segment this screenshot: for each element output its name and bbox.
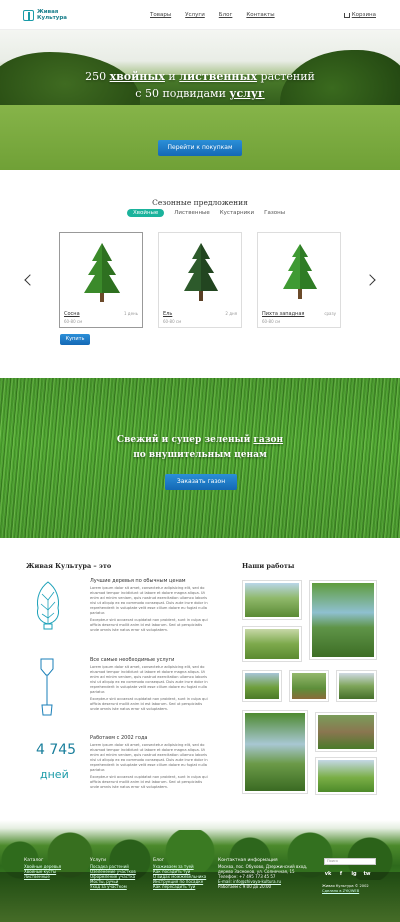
nav-products[interactable]: Товары xyxy=(150,12,171,18)
facebook-icon[interactable]: f xyxy=(337,870,345,878)
product-size: 60-80 см xyxy=(64,319,83,324)
feature-text: Lorem ipsum dolor sit amet, consectetur … xyxy=(90,743,208,772)
cart-icon xyxy=(343,12,350,18)
days-label: дней xyxy=(40,768,69,781)
contact-line: Работаем с 9:00 до 20:00 xyxy=(218,884,272,889)
product-delivery: 1 день xyxy=(123,311,138,316)
feature-text: Lorem ipsum dolor sit amet, consectetur … xyxy=(90,665,208,694)
hero-link-conifers[interactable]: хвойных xyxy=(110,70,165,83)
gallery-photo[interactable] xyxy=(242,626,302,662)
lawn-title: Свежий и супер зеленый газон по внушител… xyxy=(0,433,400,463)
footer-heading: Блог xyxy=(153,858,165,863)
footer-blog: Блог Ухаживаем за туей Как посадить туи … xyxy=(153,858,206,889)
product-delivery: сразу xyxy=(324,311,336,316)
made-by-link[interactable]: Сделано в ZYK/WEB xyxy=(322,889,359,893)
prev-arrow-icon[interactable] xyxy=(24,274,36,286)
nav-contacts[interactable]: Контакты xyxy=(246,12,274,18)
footer-link[interactable]: Лиственные xyxy=(24,874,61,879)
tab-deciduous[interactable]: Лиственные xyxy=(174,210,209,216)
footer-contacts: Контактная информация Москва, пос. Обухо… xyxy=(218,858,307,889)
works-title: Наши работы xyxy=(242,562,295,570)
cart-link[interactable]: Корзина xyxy=(343,12,376,18)
feature-block: Лучшие деревья по обычным ценам Lorem ip… xyxy=(90,578,212,635)
footer-link[interactable]: Как пересадить туи xyxy=(153,884,206,889)
feature-text: Excepteur sint occaecat cupidatat non pr… xyxy=(90,618,208,632)
nav-services[interactable]: Услуги xyxy=(185,12,205,18)
feature-block: Работаем с 2002 года Lorem ipsum dolor s… xyxy=(90,735,212,792)
seasonal-title: Сезонные предложения xyxy=(152,198,248,207)
feature-text: Excepteur sint occaecat cupidatat non pr… xyxy=(90,775,208,789)
feature-text: Excepteur sint occaecat cupidatat non pr… xyxy=(90,697,208,711)
feature-title: Лучшие деревья по обычным ценам xyxy=(90,578,186,584)
shovel-icon xyxy=(40,658,54,716)
gallery-photo[interactable] xyxy=(242,710,308,794)
seasonal-tabs: Хвойные Лиственные Кустарники Газоны xyxy=(127,209,295,217)
product-name[interactable]: Пихта западная xyxy=(262,311,304,317)
feature-title: Все самые необходимые услуги xyxy=(90,657,175,663)
lawn-text: по внушительным ценам xyxy=(133,450,267,460)
lawn-link[interactable]: газон xyxy=(253,435,283,445)
gallery-photo[interactable] xyxy=(242,580,302,620)
lawn-image xyxy=(0,105,400,170)
hero-text: 250 xyxy=(85,70,110,83)
gallery-photo[interactable] xyxy=(289,670,329,702)
footer-catalog: Каталог Хвойные деревья Хвойные кусты Ли… xyxy=(24,858,61,879)
product-size: 60-80 см xyxy=(262,319,281,324)
feature-block: Все самые необходимые услуги Lorem ipsum… xyxy=(90,657,212,714)
hero-text: растений xyxy=(257,70,315,83)
gallery-photo[interactable] xyxy=(336,670,377,702)
days-counter: 4 745 xyxy=(36,742,77,758)
pine-tree-image xyxy=(84,243,120,302)
gallery-photo[interactable] xyxy=(242,670,282,702)
copyright: Живая Культура © 2002 Сделано в ZYK/WEB xyxy=(322,884,369,894)
vk-icon[interactable]: vk xyxy=(324,870,332,878)
lawn-banner: Свежий и супер зеленый газон по внушител… xyxy=(0,378,400,538)
header: Живая Культура Товары Услуги Блог Контак… xyxy=(0,0,400,30)
hero-link-deciduous[interactable]: лиственных xyxy=(179,70,257,83)
next-arrow-icon[interactable] xyxy=(364,274,376,286)
tab-lawns[interactable]: Газоны xyxy=(264,210,285,216)
social-links: vk f ig tw xyxy=(324,870,376,878)
feature-text: Lorem ipsum dolor sit amet, consectetur … xyxy=(90,586,208,615)
instagram-icon[interactable]: ig xyxy=(350,870,358,878)
footer-heading: Услуги xyxy=(90,858,107,863)
hero-text: и xyxy=(164,70,180,83)
shop-button[interactable]: Перейти к покупкам xyxy=(158,140,242,156)
product-card[interactable]: Сосна 60-80 см 1 день xyxy=(59,232,143,328)
product-name[interactable]: Сосна xyxy=(64,311,80,317)
spruce-tree-image xyxy=(184,243,218,301)
footer-services: Услуги Посадка растений Озеленение участ… xyxy=(90,858,136,889)
order-lawn-button[interactable]: Заказать газон xyxy=(165,474,237,490)
footer-link[interactable]: Уход за участком xyxy=(90,884,136,889)
tab-shrubs[interactable]: Кустарники xyxy=(220,210,254,216)
logo[interactable]: Живая Культура xyxy=(23,9,77,21)
footer-search-input[interactable]: Поиск xyxy=(324,858,376,865)
product-size: 60-80 см xyxy=(163,319,182,324)
footer-heading: Контактная информация xyxy=(218,858,278,863)
lawn-text: Свежий и супер зеленый xyxy=(116,435,254,445)
footer-heading: Каталог xyxy=(24,858,44,863)
tree-outline-icon xyxy=(37,581,59,630)
tab-conifers[interactable]: Хвойные xyxy=(127,209,165,217)
product-card[interactable]: Ель 60-80 см 2 дня xyxy=(158,232,242,328)
main-nav: Товары Услуги Блог Контакты xyxy=(150,12,289,18)
nav-blog[interactable]: Блог xyxy=(219,12,233,18)
about-title: Живая Культура – это xyxy=(26,562,112,570)
hero-text: с 50 подвидами xyxy=(135,87,230,100)
fir-tree-image xyxy=(283,244,317,299)
gallery-photo[interactable] xyxy=(309,580,377,660)
buy-button[interactable]: Купить xyxy=(60,334,90,345)
feature-title: Работаем с 2002 года xyxy=(90,735,148,741)
product-name[interactable]: Ель xyxy=(163,311,172,317)
hero-title: 250 хвойных и лиственных растений с 50 п… xyxy=(0,68,400,102)
logo-icon xyxy=(23,9,34,21)
gallery-photo[interactable] xyxy=(315,757,377,795)
twitter-icon[interactable]: tw xyxy=(363,870,371,878)
gallery-photo[interactable] xyxy=(315,712,377,752)
product-delivery: 2 дня xyxy=(225,311,237,316)
hero-link-services[interactable]: услуг xyxy=(229,87,264,100)
logo-text: Живая Культура xyxy=(37,9,68,21)
product-card[interactable]: Пихта западная 60-80 см сразу xyxy=(257,232,341,328)
cart-label: Корзина xyxy=(351,12,376,18)
